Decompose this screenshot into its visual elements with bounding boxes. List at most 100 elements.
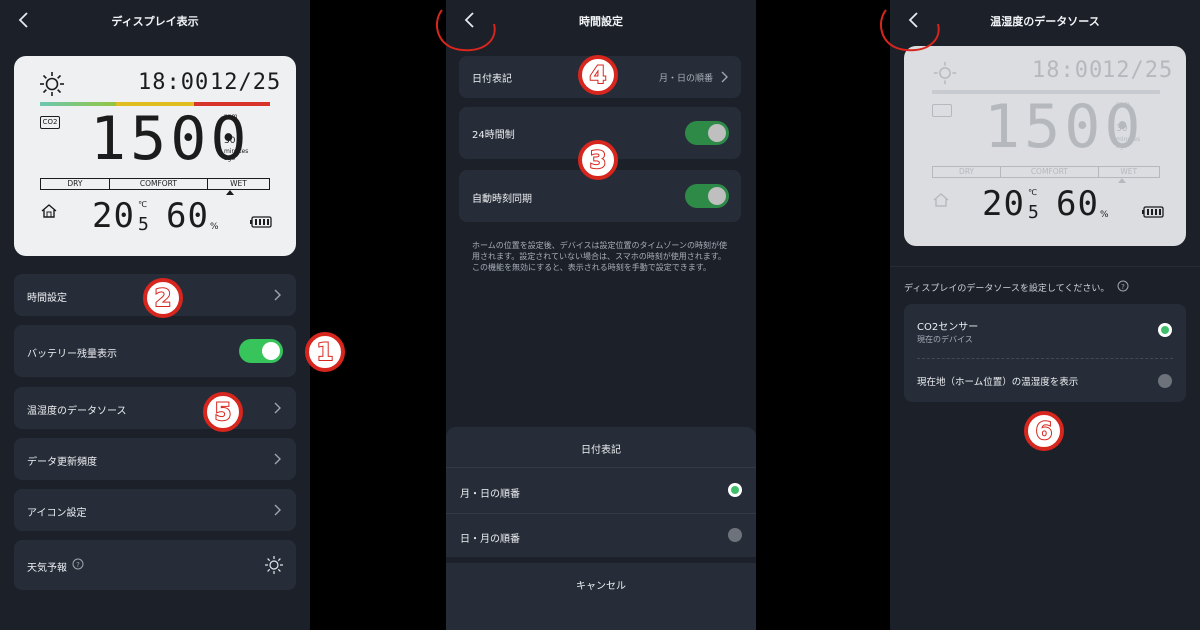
device-lcd-preview: 18:00 12/25 CO2 1500 ppm 30 minutes ago … <box>14 56 296 256</box>
co2-label-box <box>932 104 952 117</box>
row-label: 日付表記 <box>472 74 512 85</box>
option-subtitle: 現在のデバイス <box>917 335 973 344</box>
comfort-comfort: COMFORT <box>1001 167 1099 177</box>
annotation-badge-3: 3 <box>578 140 618 180</box>
lcd-temp-main: 20 <box>92 196 135 236</box>
auto-time-sync-toggle[interactable] <box>685 184 729 208</box>
help-icon[interactable]: ? <box>1117 280 1129 292</box>
lcd-humidity-unit: % <box>210 222 219 232</box>
comfort-dry: DRY <box>41 179 110 189</box>
help-icon[interactable]: ? <box>72 558 84 570</box>
comfort-wet: WET <box>230 179 247 188</box>
row-label: 24時間制 <box>472 130 515 141</box>
lcd-humidity-unit: % <box>1100 210 1109 220</box>
option-title: CO2センサー <box>917 322 979 333</box>
home-icon <box>41 204 57 218</box>
row-weather-forecast[interactable]: 天気予報 ? <box>14 540 296 590</box>
battery-display-toggle[interactable] <box>239 339 283 363</box>
lcd-ago-ago: ago <box>1116 143 1128 150</box>
24-hour-toggle[interactable] <box>685 121 729 145</box>
lcd-date: 12/25 <box>1102 58 1174 83</box>
lcd-ago-minutes: minutes <box>224 148 249 155</box>
row-icon-settings[interactable]: アイコン設定 <box>14 489 296 531</box>
annotation-circle-1 <box>435 9 496 52</box>
option-home-location[interactable]: 現在地（ホーム位置）の温湿度を表示 <box>904 359 1186 402</box>
row-label: 時間設定 <box>27 293 67 304</box>
lcd-ago-minutes: minutes <box>1116 136 1141 143</box>
home-icon <box>933 193 949 207</box>
annotation-badge-1: 1 <box>305 332 345 372</box>
sun-icon <box>265 556 283 574</box>
option-label: 日・月の順番 <box>460 534 520 545</box>
co2-label-box: CO2 <box>40 116 60 129</box>
row-label: 自動時刻同期 <box>472 194 532 205</box>
row-temp-humidity-source[interactable]: 温湿度のデータソース <box>14 387 296 429</box>
option-month-day[interactable]: 月・日の順番 <box>446 468 756 514</box>
comfort-dry: DRY <box>933 167 1002 177</box>
annotation-badge-5: 5 <box>203 392 243 432</box>
row-label: データ更新頻度 <box>27 457 97 468</box>
divider <box>890 266 1200 267</box>
top-bar: ディスプレイ表示 <box>0 0 310 42</box>
svg-text:?: ? <box>76 561 80 569</box>
battery-icon <box>1142 206 1164 218</box>
row-label: アイコン設定 <box>27 508 87 519</box>
lcd-ago-number: 30 <box>224 136 236 146</box>
lcd-humidity: 60 <box>1056 184 1099 224</box>
annotation-badge-4: 4 <box>578 55 618 95</box>
chevron-right-icon <box>274 453 281 465</box>
option-co2-sensor[interactable]: CO2センサー 現在のデバイス <box>904 304 1186 356</box>
sun-icon <box>933 61 957 85</box>
chevron-right-icon <box>721 71 728 83</box>
row-label: バッテリー残量表示 <box>27 349 117 360</box>
lcd-temp-unit: ℃ <box>1028 188 1037 197</box>
divider <box>446 557 756 563</box>
radio-selected[interactable] <box>728 483 742 497</box>
option-day-month[interactable]: 日・月の順番 <box>446 514 756 560</box>
option-label: 月・日の順番 <box>460 489 520 500</box>
lcd-temp-decimal: 5 <box>1028 202 1040 223</box>
comfort-scale: DRY COMFORT WET <box>932 166 1160 178</box>
annotation-badge-2: 2 <box>143 278 183 318</box>
chevron-right-icon <box>274 289 281 301</box>
lcd-time: 18:00 <box>138 70 210 95</box>
row-battery-display: バッテリー残量表示 <box>14 325 296 377</box>
data-source-options: CO2センサー 現在のデバイス 現在地（ホーム位置）の温湿度を表示 <box>904 304 1186 402</box>
annotation-circle-2 <box>879 9 940 52</box>
device-lcd-preview: 18:00 12/25 1500 ppm 30 minutes ago DRY … <box>904 46 1186 246</box>
radio-unselected[interactable] <box>728 528 742 542</box>
date-format-sheet: 日付表記 月・日の順番 日・月の順番 キャンセル <box>446 427 756 630</box>
date-format-value: 月・日の順番 <box>658 74 713 84</box>
svg-text:?: ? <box>1121 283 1125 291</box>
sun-icon <box>40 72 64 96</box>
data-source-screen: 温湿度のデータソース 18:00 12/25 1500 ppm 30 minut… <box>890 0 1200 630</box>
comfort-wet: WET <box>1120 167 1138 176</box>
lcd-time: 18:00 <box>1032 58 1104 83</box>
page-title: ディスプレイ表示 <box>111 15 199 28</box>
lcd-ppm: ppm <box>1116 101 1130 108</box>
battery-icon <box>250 216 272 228</box>
sheet-title: 日付表記 <box>581 445 621 456</box>
comfort-indicator <box>1118 178 1126 183</box>
row-label: 温湿度のデータソース <box>27 406 127 417</box>
radio-unselected[interactable] <box>1158 374 1172 388</box>
lcd-ago-number: 30 <box>1116 124 1128 134</box>
chevron-right-icon <box>274 504 281 516</box>
lcd-ago-ago: ago <box>224 155 236 162</box>
chevron-right-icon <box>274 402 281 414</box>
time-settings-note: ホームの位置を設定後、デバイスは設定位置のタイムゾーンの時刻が使用されます。設定… <box>472 241 727 272</box>
comfort-scale: DRY COMFORT WET <box>40 178 270 190</box>
lcd-temp-unit: ℃ <box>138 200 147 209</box>
lcd-temp-main: 20 <box>982 184 1025 224</box>
radio-selected[interactable] <box>1158 323 1172 337</box>
row-data-update-frequency[interactable]: データ更新頻度 <box>14 438 296 480</box>
lcd-temp-decimal: 5 <box>138 214 150 235</box>
comfort-indicator <box>226 190 234 195</box>
co2-label: CO2 <box>42 118 58 126</box>
lcd-humidity: 60 <box>166 196 209 236</box>
data-source-prompt: ディスプレイのデータソースを設定してください。 <box>904 284 1110 294</box>
lcd-date: 12/25 <box>210 70 282 95</box>
lcd-ppm: ppm <box>224 113 238 120</box>
comfort-comfort: COMFORT <box>110 179 208 189</box>
cancel-button[interactable]: キャンセル <box>446 577 756 592</box>
